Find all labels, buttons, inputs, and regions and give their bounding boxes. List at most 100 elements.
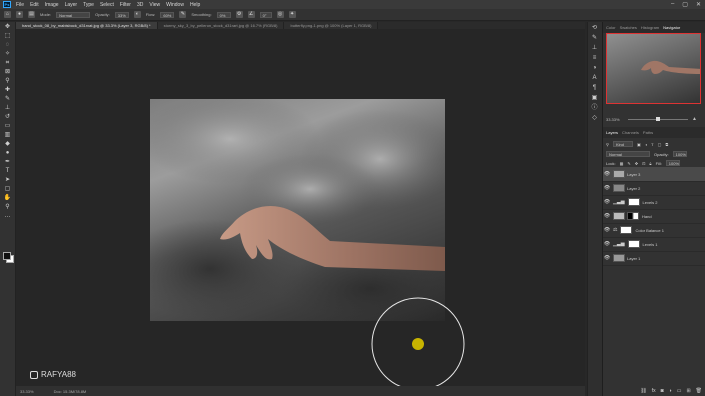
smoothing-options-gear-icon[interactable]: ⚙ — [235, 11, 243, 18]
smoothing-field[interactable]: 0% — [216, 11, 231, 18]
minimize-button[interactable]: – — [671, 1, 674, 8]
layer-row[interactable]: 👁︎ Layer 1 — [603, 251, 705, 266]
airbrush-icon[interactable]: ✎ — [179, 11, 187, 18]
move-tool-icon[interactable]: ✥ — [3, 24, 12, 31]
filter-shape-icon[interactable]: ▢ — [658, 142, 662, 147]
zoom-slider-handle[interactable] — [656, 117, 660, 121]
visibility-eye-icon[interactable]: 👁︎ — [603, 171, 611, 177]
clone-source-panel-icon[interactable]: ⊥ — [590, 45, 599, 52]
layer-row[interactable]: 👁︎ Hand — [603, 209, 705, 224]
libraries-panel-icon[interactable]: ▣ — [590, 95, 599, 102]
angle-icon[interactable]: ∠ — [247, 11, 255, 18]
character-panel-icon[interactable]: A — [590, 75, 599, 82]
tab-histogram[interactable]: Histogram — [641, 25, 659, 30]
menu-layer[interactable]: Layer — [65, 2, 78, 8]
brush-settings-icon[interactable]: ▤ — [28, 11, 35, 18]
marquee-tool-icon[interactable]: ⬚ — [3, 33, 12, 40]
frame-tool-icon[interactable]: ⊠ — [3, 69, 12, 76]
home-icon[interactable]: ⌂ — [4, 11, 11, 18]
properties-panel-icon[interactable]: ≡ — [590, 55, 599, 62]
zoom-in-icon[interactable]: ▲ — [692, 116, 697, 122]
lock-pixels-icon[interactable]: ▦ — [620, 161, 624, 166]
new-adjustment-icon[interactable]: ◑ — [669, 388, 672, 394]
blur-tool-icon[interactable]: ◆ — [3, 141, 12, 148]
visibility-eye-icon[interactable]: 👁︎ — [603, 227, 611, 233]
brush-settings-panel-icon[interactable]: ✎ — [590, 35, 599, 42]
history-brush-tool-icon[interactable]: ↺ — [3, 114, 12, 121]
filter-smart-object-icon[interactable]: ⧉ — [665, 142, 668, 147]
eraser-tool-icon[interactable]: ▭ — [3, 123, 12, 130]
tab-stormy-sky[interactable]: stormy_sky_3_by_pelleron_stock_d31rart.j… — [157, 22, 285, 29]
menu-edit[interactable]: Edit — [30, 2, 39, 8]
brush-preset-icon[interactable]: ● — [16, 11, 23, 18]
info-panel-icon[interactable]: ⓘ — [590, 105, 599, 112]
zoom-tool-icon[interactable]: ⚲ — [3, 204, 12, 211]
history-panel-icon[interactable]: ⟲ — [590, 25, 599, 32]
layer-mask-thumbnail[interactable] — [620, 226, 633, 234]
layer-row[interactable]: 👁︎ Layer 3 — [603, 167, 705, 182]
menu-view[interactable]: View — [149, 2, 160, 8]
visibility-eye-icon[interactable]: 👁︎ — [603, 255, 611, 261]
layer-row[interactable]: 👁︎ Layer 2 — [603, 181, 705, 196]
close-button[interactable]: ✕ — [696, 1, 701, 8]
paragraph-panel-icon[interactable]: ¶ — [590, 85, 599, 92]
menu-3d[interactable]: 3D — [137, 2, 143, 8]
visibility-eye-icon[interactable]: 👁︎ — [603, 199, 611, 205]
menu-window[interactable]: Window — [166, 2, 184, 8]
new-group-icon[interactable]: ▭ — [677, 388, 682, 394]
hand-tool-icon[interactable]: ✋ — [3, 195, 12, 202]
menu-image[interactable]: Image — [45, 2, 59, 8]
pressure-opacity-icon[interactable]: ◐ — [133, 11, 141, 18]
tab-color[interactable]: Color — [606, 25, 616, 30]
symmetry-icon[interactable]: ✦ — [288, 11, 296, 18]
filter-adjustment-icon[interactable]: ◑ — [645, 142, 647, 147]
lock-artboard-icon[interactable]: ⊡ — [642, 161, 645, 166]
tab-butterfly[interactable]: butterfly.png-1.png @ 100% (Layer 1, RGB… — [284, 22, 379, 29]
brush-tool-icon[interactable]: ✎ — [3, 96, 12, 103]
document-canvas[interactable] — [150, 99, 445, 321]
blend-mode-select[interactable]: Normal — [606, 151, 650, 157]
tab-paths[interactable]: Paths — [643, 130, 653, 135]
visibility-eye-icon[interactable]: 👁︎ — [603, 213, 611, 219]
gradient-tool-icon[interactable]: ▥ — [3, 132, 12, 139]
visibility-eye-icon[interactable]: 👁︎ — [603, 241, 611, 247]
healing-brush-tool-icon[interactable]: ✚ — [3, 87, 12, 94]
new-layer-icon[interactable]: ⊞ — [686, 388, 690, 394]
menu-type[interactable]: Type — [83, 2, 94, 8]
navigator-zoom-value[interactable]: 33.33% — [606, 117, 620, 122]
tab-hand-stock[interactable]: hand_stock_08_by_mabisbock_d31rxat.jpg @… — [16, 22, 158, 29]
lock-all-icon[interactable]: 🔒︎ — [649, 161, 651, 166]
kind-filter-select[interactable]: Kind — [612, 141, 633, 147]
delete-layer-icon[interactable]: 🗑︎ — [696, 388, 702, 394]
status-doc-size[interactable]: Doc: 15.3M/78.8M — [54, 389, 87, 394]
layer-row[interactable]: 👁︎ ▁▃▅ Levels 2 — [603, 195, 705, 210]
type-tool-icon[interactable]: T — [3, 168, 12, 175]
layer-style-icon[interactable]: fx — [652, 388, 656, 394]
tab-channels[interactable]: Channels — [622, 130, 639, 135]
link-layers-icon[interactable]: ⛓ — [640, 388, 646, 394]
fill-field[interactable]: 100% — [665, 160, 680, 166]
angle-field[interactable]: 0° — [259, 11, 272, 18]
menu-filter[interactable]: Filter — [120, 2, 131, 8]
dodge-tool-icon[interactable]: ● — [3, 150, 12, 157]
layer-row[interactable]: 👁︎ ⚖ Color Balance 1 — [603, 223, 705, 238]
tab-swatches[interactable]: Swatches — [620, 25, 637, 30]
foreground-color-swatch[interactable] — [3, 252, 11, 260]
menu-file[interactable]: File — [16, 2, 24, 8]
adjustments-panel-icon[interactable]: ◑ — [590, 65, 599, 72]
lock-paint-icon[interactable]: ✎ — [627, 161, 630, 166]
more-tools-icon[interactable]: … — [3, 213, 12, 220]
layer-mask-thumbnail[interactable] — [627, 240, 640, 248]
crop-tool-icon[interactable]: ⌗ — [3, 60, 12, 67]
lasso-tool-icon[interactable]: ◌ — [3, 42, 12, 49]
filter-type-icon[interactable]: T — [651, 142, 653, 147]
path-selection-tool-icon[interactable]: ➤ — [3, 177, 12, 184]
navigator-preview[interactable] — [606, 33, 701, 104]
layer-row[interactable]: 👁︎ ▁▃▅ Levels 1 — [603, 237, 705, 252]
tab-navigator[interactable]: Navigator — [663, 25, 680, 30]
eyedropper-tool-icon[interactable]: ⚲ — [3, 78, 12, 85]
visibility-eye-icon[interactable]: 👁︎ — [603, 185, 611, 191]
layer-mask-thumbnail[interactable] — [627, 212, 639, 220]
mode-select[interactable]: Normal — [56, 11, 91, 18]
quick-select-tool-icon[interactable]: ✧ — [3, 51, 12, 58]
